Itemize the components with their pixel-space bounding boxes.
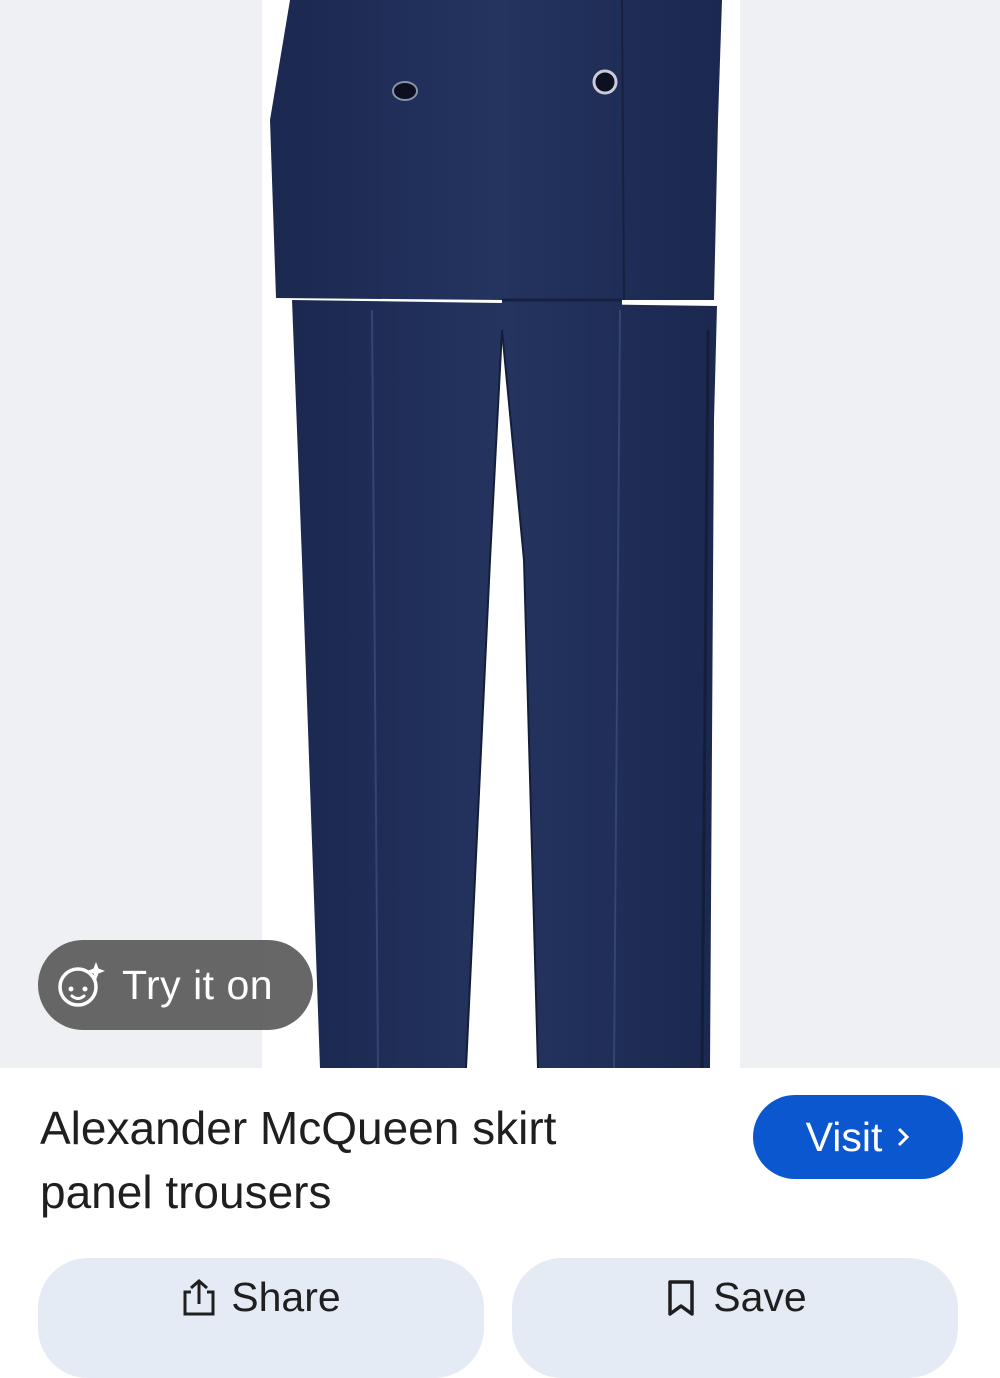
save-button[interactable]: Save — [512, 1258, 958, 1378]
share-button[interactable]: Share — [38, 1258, 484, 1378]
product-title[interactable]: Alexander McQueen skirt panel trousers — [40, 1096, 680, 1224]
try-it-on-button[interactable]: Try it on — [38, 940, 313, 1030]
product-image-area[interactable]: Try it on — [0, 0, 1000, 1068]
product-photo — [262, 0, 740, 1068]
bookmark-icon — [663, 1278, 699, 1318]
visit-button[interactable]: Visit — [753, 1095, 963, 1179]
share-icon — [181, 1278, 217, 1318]
trousers-illustration — [270, 0, 722, 1068]
try-it-on-label: Try it on — [122, 961, 274, 1008]
face-sparkle-icon — [56, 960, 106, 1010]
save-label: Save — [713, 1274, 807, 1320]
chevron-right-icon — [896, 1119, 910, 1156]
visit-label: Visit — [805, 1113, 883, 1160]
share-label: Share — [231, 1274, 341, 1320]
